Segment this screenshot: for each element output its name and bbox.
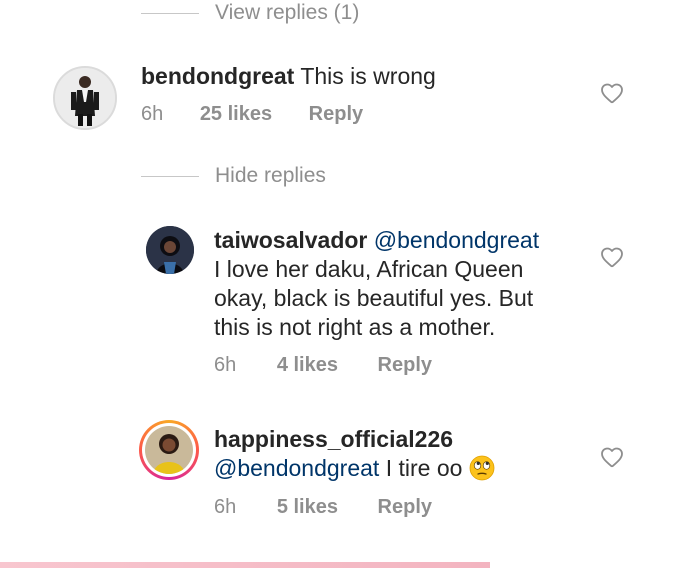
hide-replies-toggle[interactable]: Hide replies	[215, 164, 326, 188]
comment-text-line: this is not right as a mother.	[214, 314, 496, 340]
comment-time: 6h	[214, 496, 237, 518]
comment-meta: 6h 5 likes Reply	[214, 496, 432, 519]
avatar-photo	[145, 426, 193, 474]
comment-meta: 6h 25 likes Reply	[141, 103, 363, 126]
comment-text: This is wrong	[300, 63, 436, 89]
mention-link[interactable]: @bendondgreat	[214, 455, 379, 481]
avatar-photo	[146, 226, 194, 274]
comment-username[interactable]: happiness_official226	[214, 426, 453, 452]
comment-time: 6h	[141, 103, 164, 125]
reply-button[interactable]: Reply	[378, 354, 432, 377]
view-replies-toggle[interactable]: View replies (1)	[215, 1, 359, 25]
comment-username[interactable]: bendondgreat	[141, 63, 294, 89]
comment-body: happiness_official226 @bendondgreat I ti…	[214, 425, 584, 483]
comment-username[interactable]: taiwosalvador	[214, 227, 367, 253]
comment-likes[interactable]: 5 likes	[277, 496, 338, 519]
comment-likes[interactable]: 4 likes	[277, 354, 338, 377]
mention-link[interactable]: @bendondgreat	[374, 227, 539, 253]
reply-button[interactable]: Reply	[309, 103, 363, 126]
comment-time: 6h	[214, 354, 237, 376]
hide-replies-divider	[141, 176, 199, 177]
story-ring-avatar[interactable]	[139, 420, 199, 480]
comment-text: I tire oo	[385, 455, 463, 481]
comment-likes[interactable]: 25 likes	[200, 103, 272, 126]
heart-outline-icon[interactable]	[600, 82, 624, 104]
reply-button[interactable]: Reply	[378, 496, 432, 519]
rolling-eyes-emoji-icon	[469, 455, 495, 481]
avatar[interactable]	[53, 66, 117, 130]
heart-outline-icon[interactable]	[600, 246, 624, 268]
comment-body: taiwosalvador @bendondgreat I love her d…	[214, 226, 584, 342]
avatar-photo	[55, 68, 115, 128]
comment-text-line: okay, black is beautiful yes. But	[214, 285, 534, 311]
avatar[interactable]	[146, 226, 194, 274]
heart-outline-icon[interactable]	[600, 446, 624, 468]
comment-meta: 6h 4 likes Reply	[214, 354, 432, 377]
view-replies-divider	[141, 13, 199, 14]
comment-text-line: I love her daku, African Queen	[214, 256, 524, 282]
comment-body: bendondgreat This is wrong	[141, 62, 436, 91]
bottom-highlight-bar	[0, 562, 490, 568]
